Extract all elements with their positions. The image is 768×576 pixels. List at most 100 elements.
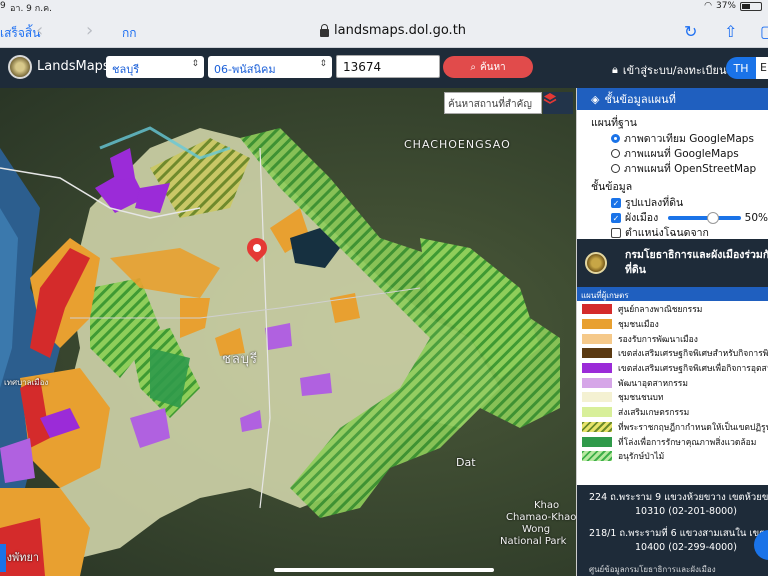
legend-swatch: [582, 363, 612, 374]
legend-item: ชุมชนชนบท: [577, 390, 768, 405]
slider-knob[interactable]: [707, 211, 720, 224]
legend-item: ศูนย์กลางพาณิชยกรรม: [577, 302, 768, 317]
legend-label: เขตส่งเสริมเศรษฐกิจพิเศษสำหรับกิจการพิเศ…: [618, 349, 768, 360]
basemap-label: ภาพแผนที่ OpenStreetMap: [624, 163, 757, 175]
parcel-number-input[interactable]: 13674: [336, 55, 440, 78]
basemap-option-googlemaps[interactable]: ภาพแผนที่ GoogleMaps: [591, 146, 768, 161]
battery-indicator: ◠ 37%: [704, 1, 762, 11]
chevron-updown-icon: ⇕: [319, 59, 327, 69]
layer-cityplan-checkbox[interactable]: ✓ ผังเมือง 50%: [591, 210, 768, 225]
department-seal-logo: [585, 252, 607, 274]
search-icon: ⌕: [470, 61, 476, 73]
forward-icon[interactable]: ›: [86, 20, 93, 41]
legend-item: รองรับการพัฒนาเมือง: [577, 331, 768, 346]
map-label-chonburi: ชลบุรี: [222, 352, 259, 367]
legend-item: เขตส่งเสริมเศรษฐกิจพิเศษเพื่อกิจการอุตสา…: [577, 361, 768, 376]
map-label-municipality: เทศบาลเมือง: [4, 378, 49, 387]
department-name-line1: กรมโยธาธิการและผังเมืองร่วมกับ: [625, 249, 768, 261]
legend-label: เขตส่งเสริมเศรษฐกิจพิเศษเพื่อกิจการอุตสา…: [618, 364, 768, 375]
legend-label: อนุรักษ์ป่าไม้: [618, 452, 665, 463]
address-line: 10400 (02-299-4000): [635, 542, 737, 553]
home-indicator: [274, 568, 494, 572]
footer-text: ศูนย์ข้อมูลกรมโยธาธิการและผังเมือง: [589, 565, 716, 574]
share-icon[interactable]: ⇧: [724, 22, 737, 41]
legend-item: ชุมชนเมือง: [577, 317, 768, 332]
status-date: อา. 9 ก.ค.: [10, 4, 52, 14]
legend-label: รองรับการพัฒนาเมือง: [618, 334, 698, 345]
legend-label: ชุมชนชนบท: [618, 393, 664, 404]
legend-item: ที่โล่งเพื่อการรักษาคุณภาพสิ่งแวดล้อม: [577, 434, 768, 449]
chevron-updown-icon: ⇕: [191, 59, 199, 69]
legend-item: เขตส่งเสริมเศรษฐกิจพิเศษสำหรับกิจการพิเศ…: [577, 346, 768, 361]
layers-panel: ◈ ชั้นข้อมูลแผนที่ แผนที่ฐาน ภาพดาวเทียม…: [576, 88, 768, 576]
done-button[interactable]: เสร็จสิ้น: [0, 24, 40, 43]
legend-swatch: [582, 451, 612, 462]
radio-icon: [611, 149, 620, 158]
map-label-chamao: Chamao-Khao: [506, 512, 577, 523]
department-name-line2: ที่ดิน: [625, 264, 646, 276]
legend-swatch: [582, 421, 612, 432]
checkbox-icon: [611, 227, 621, 238]
legend-swatch: [582, 392, 612, 403]
lang-th-button[interactable]: TH: [726, 57, 756, 79]
department-banner: กรมโยธาธิการและผังเมืองร่วมกับ ที่ดิน: [577, 239, 768, 287]
legend-label: ส่งเสริมเกษตรกรรม: [618, 408, 690, 419]
url-text: landsmaps.dol.go.th: [334, 23, 467, 38]
search-button[interactable]: ⌕ ค้นหา: [443, 56, 533, 78]
battery-icon: [740, 1, 762, 11]
lock-icon: [320, 23, 329, 37]
legend-heading: แผนที่ผู้เกษตร: [577, 287, 768, 301]
legend-label: ศูนย์กลางพาณิชยกรรม: [618, 305, 703, 316]
radio-icon: [611, 134, 620, 143]
panel-header: ◈ ชั้นข้อมูลแผนที่: [577, 88, 768, 110]
lock-icon: 🔒︎: [612, 63, 618, 76]
layers-button[interactable]: [543, 92, 573, 114]
battery-percent: 37%: [715, 1, 736, 11]
layer-deed-checkbox[interactable]: ตำแหน่งโฉนดจาก: [591, 225, 768, 240]
reload-icon[interactable]: ↻: [684, 22, 697, 41]
legend-swatch: [582, 407, 612, 418]
address-line: 10310 (02-201-8000): [635, 506, 737, 517]
legend-label: พัฒนาอุตสาหกรรม: [618, 378, 688, 389]
map-label-national-park: National Park: [500, 536, 567, 547]
back-icon[interactable]: ‹: [36, 20, 43, 41]
address-line: 218/1 ถ.พระรามที่ 6 แขวงสามเสนใน เขตพญาไ…: [589, 528, 768, 539]
login-label: เข้าสู่ระบบ/ลงทะเบียน: [622, 64, 727, 77]
legend-swatch: [582, 348, 612, 359]
legend-list: ศูนย์กลางพาณิชยกรรมชุมชนเมืองรองรับการพั…: [577, 302, 768, 464]
district-select[interactable]: 06-พนัสนิคม ⇕: [208, 56, 332, 78]
address-bar[interactable]: landsmaps.dol.go.th: [320, 23, 466, 38]
text-size-button[interactable]: กก: [122, 24, 137, 43]
tabs-icon[interactable]: ▢: [760, 22, 768, 41]
legend-label: ที่โล่งเพื่อการรักษาคุณภาพสิ่งแวดล้อม: [618, 437, 757, 448]
legend-swatch: [582, 319, 612, 330]
search-button-label: ค้นหา: [479, 61, 506, 73]
browser-toolbar: เสร็จสิ้น ‹ › กก landsmaps.dol.go.th ↻ ⇧…: [0, 14, 768, 48]
checkbox-icon: ✓: [611, 197, 621, 208]
brand-name: LandsMaps: [37, 59, 110, 74]
province-value: ชลบุรี: [112, 63, 140, 76]
map-label-chachoengsao: CHACHOENGSAO: [404, 138, 511, 151]
legend-swatch: [582, 333, 612, 344]
radio-icon: [611, 164, 620, 173]
status-time: 9: [0, 1, 6, 11]
landsmaps-logo[interactable]: [8, 55, 32, 79]
address-footer: 224 ถ.พระราม 9 แขวงห้วยขวาง เขตห้วยขวาง …: [577, 485, 768, 576]
district-value: 06-พนัสนิคม: [214, 63, 276, 76]
opacity-slider[interactable]: [668, 211, 741, 224]
panel-title: ชั้นข้อมูลแผนที่: [604, 93, 676, 106]
basemap-option-satellite[interactable]: ภาพดาวเทียม GoogleMaps: [591, 131, 768, 146]
login-link[interactable]: 🔒︎ เข้าสู่ระบบ/ลงทะเบียน: [612, 61, 727, 79]
legend-item: อนุรักษ์ป่าไม้: [577, 449, 768, 464]
layers-heading: ชั้นข้อมูล: [591, 181, 633, 193]
map-side-control[interactable]: [0, 544, 6, 572]
basemap-option-osm[interactable]: ภาพแผนที่ OpenStreetMap: [591, 161, 768, 176]
layer-parcels-checkbox[interactable]: ✓ รูปแปลงที่ดิน: [591, 195, 768, 210]
province-select[interactable]: ชลบุรี ⇕: [106, 56, 204, 78]
layers-icon: [543, 93, 557, 104]
lang-en-button[interactable]: EN: [756, 57, 768, 79]
place-search-input[interactable]: ค้นหาสถานที่สำคัญ: [444, 92, 542, 114]
legend-item: พัฒนาอุตสาหกรรม: [577, 375, 768, 390]
checkbox-icon: ✓: [611, 212, 621, 223]
legend-label: ชุมชนเมือง: [618, 320, 659, 331]
